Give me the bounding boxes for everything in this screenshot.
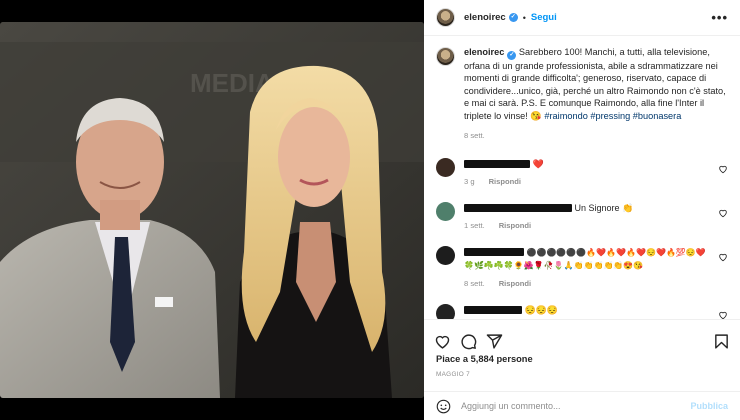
separator-dot: •	[522, 12, 526, 23]
caption-author-avatar[interactable]	[436, 47, 455, 66]
post-details-panel: elenoirec ✓ • Segui ••• elenoirec ✓ Sareb…	[424, 0, 740, 420]
redacted-username	[464, 248, 524, 257]
redacted-username	[464, 160, 530, 169]
post-caption: elenoirec ✓ Sarebbero 100! Manchi, a tutt…	[436, 46, 728, 140]
comment-text: ❤️	[532, 159, 544, 170]
share-icon[interactable]	[486, 333, 503, 350]
publish-button[interactable]: Pubblica	[690, 401, 728, 411]
reply-button[interactable]: Rispondi	[499, 279, 531, 288]
comment-text: Un Signore 👏	[574, 203, 634, 214]
comment-age[interactable]: 8 sett.	[464, 279, 485, 288]
caption-timestamp[interactable]: 8 sett.	[464, 131, 726, 140]
post-photo[interactable]: MEDIASET 5	[0, 22, 424, 398]
add-comment-bar: Pubblica	[424, 391, 740, 420]
post-date[interactable]: MAGGIO 7	[424, 371, 740, 378]
hashtag-link[interactable]: #raimondo	[544, 111, 587, 121]
comment-like-heart-icon[interactable]	[718, 164, 728, 174]
hashtag-link[interactable]: #pressing	[590, 111, 630, 121]
reply-button[interactable]: Rispondi	[499, 221, 531, 230]
photo-illustration: MEDIASET 5	[0, 22, 424, 398]
likes-count[interactable]: Piace a 5,884 persone	[424, 354, 740, 364]
comment-item: 😔😔😔	[436, 304, 728, 319]
post-photo-area: MEDIASET 5	[0, 0, 424, 420]
comment-text: 😔😔😔	[524, 305, 559, 316]
comment-item: ❤️ 3 g Rispondi	[436, 158, 728, 188]
redacted-username	[464, 306, 522, 315]
comment-like-heart-icon[interactable]	[718, 252, 728, 262]
comment-like-heart-icon[interactable]	[718, 310, 728, 319]
emoji-icon[interactable]	[436, 399, 451, 414]
comment-like-heart-icon[interactable]	[718, 208, 728, 218]
more-options-icon[interactable]: •••	[711, 11, 728, 24]
comment-item: ⚫⚫⚫⚫⚫⚫🔥❤️🔥❤️🔥❤️😔❤️🔥💯😔❤️🍀🌿☘️☘️🍀🌻🌺🌹🥀🌷🙏👏👏👏👏…	[436, 246, 728, 290]
commenter-avatar[interactable]	[436, 246, 455, 266]
comment-item: Un Signore 👏 1 sett. Rispondi	[436, 202, 728, 232]
hashtag-link[interactable]: #buonasera	[633, 111, 682, 121]
comment-input[interactable]	[461, 401, 691, 411]
follow-button[interactable]: Segui	[531, 12, 557, 23]
commenter-avatar[interactable]	[436, 304, 455, 319]
post-actions: Piace a 5,884 persone MAGGIO 7 Pubblica	[424, 319, 740, 420]
action-icons-row	[424, 320, 740, 354]
reply-button[interactable]: Rispondi	[489, 177, 521, 186]
caption-text: elenoirec ✓ Sarebbero 100! Manchi, a tutt…	[464, 46, 726, 122]
comment-age[interactable]: 3 g	[464, 177, 475, 186]
author-username[interactable]: elenoirec	[464, 12, 506, 23]
redacted-username	[464, 204, 572, 213]
heart-icon[interactable]	[434, 333, 451, 350]
verified-badge-icon: ✓	[507, 51, 517, 60]
bookmark-icon[interactable]	[713, 333, 730, 350]
verified-badge-icon: ✓	[508, 13, 518, 22]
comment-age[interactable]: 1 sett.	[464, 221, 485, 230]
instagram-post-modal: MEDIASET 5	[0, 0, 740, 420]
caption-username[interactable]: elenoirec	[464, 47, 504, 57]
author-avatar[interactable]	[436, 8, 455, 27]
caption-body: Sarebbero 100! Manchi, a tutti, alla tel…	[464, 47, 726, 121]
commenter-avatar[interactable]	[436, 158, 455, 178]
post-header: elenoirec ✓ • Segui •••	[424, 0, 740, 36]
comments-list[interactable]: elenoirec ✓ Sarebbero 100! Manchi, a tutt…	[424, 36, 740, 319]
comment-icon[interactable]	[460, 333, 477, 350]
commenter-avatar[interactable]	[436, 202, 455, 222]
